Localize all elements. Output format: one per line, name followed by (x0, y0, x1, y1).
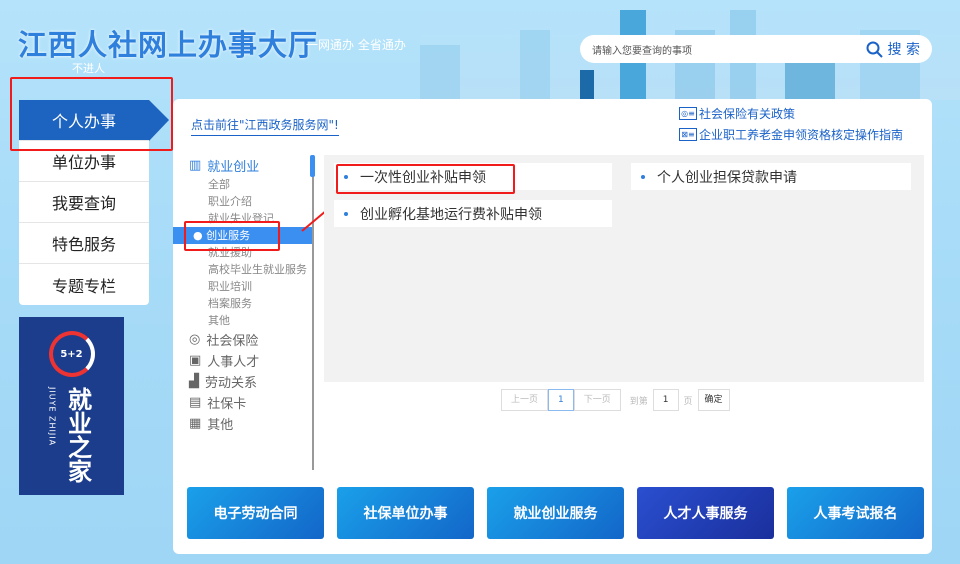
category-label: 社保卡 (207, 397, 247, 412)
eye-icon: ◎ (189, 332, 201, 347)
service-item[interactable]: 个人创业担保贷款申请 (631, 163, 911, 190)
nav-query[interactable]: 我要查询 (19, 182, 149, 223)
sub-other[interactable]: 其他 (173, 312, 313, 329)
category-label: 其他 (207, 418, 234, 433)
category-label: 就业创业 (207, 160, 260, 175)
bullet-icon (641, 174, 645, 179)
highlight-box (336, 164, 515, 194)
tree-scrollbar-thumb[interactable] (310, 155, 315, 177)
prev-page-button[interactable]: 上一页 (501, 389, 549, 411)
sub-all[interactable]: 全部 (173, 176, 313, 193)
category-tree: ▥ 就业创业 全部 职业介绍 就业失业登记 ● 创业服务 就业援助 高校毕业生就业… (173, 155, 313, 434)
category-employment[interactable]: ▥ 就业创业 (173, 155, 313, 176)
quick-banners: 电子劳动合同 社保单位办事 就业创业服务 人才人事服务 人事考试报名 (187, 487, 924, 539)
banner-social-insurance-unit[interactable]: 社保单位办事 (337, 487, 474, 539)
category-label: 社会保险 (206, 334, 259, 349)
site-title: 江西人社网上办事大厅 (18, 28, 319, 62)
slogan-sub: 不进人 (72, 62, 105, 75)
service-label: 创业孵化基地运行费补贴申领 (360, 206, 542, 223)
card-icon: ▤ (189, 395, 202, 410)
search-bar[interactable]: 请输入您要查询的事项 搜 索 (580, 35, 932, 63)
category-social-insurance[interactable]: ◎ 社会保险 (173, 329, 313, 350)
grid-icon: ▦ (189, 416, 202, 431)
search-button[interactable]: 搜 索 (866, 39, 920, 59)
policy-link-pension-guide[interactable]: ⊠≡ 企业职工养老金申领资格核定操作指南 (679, 126, 903, 143)
logo-icon: 5+2 (48, 331, 95, 377)
search-button-label: 搜 索 (887, 42, 920, 58)
promo-pinyin: JIUYE ZHIJIA (47, 387, 57, 447)
search-input[interactable]: 请输入您要查询的事项 (592, 42, 866, 57)
thumbs-up-icon: ▟ (189, 374, 199, 389)
policy-link-label: 社会保险有关政策 (699, 107, 796, 121)
banner-e-labor-contract[interactable]: 电子劳动合同 (187, 487, 324, 539)
highlight-box (10, 77, 173, 151)
category-other[interactable]: ▦ 其他 (173, 413, 313, 434)
category-label: 劳动关系 (205, 376, 258, 391)
category-social-card[interactable]: ▤ 社保卡 (173, 392, 313, 413)
service-item[interactable]: 创业孵化基地运行费补贴申领 (334, 200, 612, 227)
category-label: 人事人才 (207, 355, 260, 370)
category-labor-relations[interactable]: ▟ 劳动关系 (173, 371, 313, 392)
banner-exam-registration[interactable]: 人事考试报名 (787, 487, 924, 539)
document-icon: ◎≡ (679, 107, 697, 120)
slogan: 一网通办 全省通办 (306, 38, 406, 52)
bullet-icon (344, 211, 348, 216)
service-list: 一次性创业补贴申领 个人创业担保贷款申请 创业孵化基地运行费补贴申领 (324, 155, 924, 382)
goto-label: 到第 (629, 396, 648, 407)
page-unit-label: 页 (683, 396, 693, 407)
sub-graduate-services[interactable]: 高校毕业生就业服务 (173, 261, 313, 278)
person-card-icon: ▣ (189, 353, 202, 368)
sub-job-intro[interactable]: 职业介绍 (173, 193, 313, 210)
guide-icon: ⊠≡ (679, 128, 697, 141)
search-icon (866, 41, 883, 58)
highlight-box (184, 221, 280, 251)
sub-archive-services[interactable]: 档案服务 (173, 295, 313, 312)
promo-title: 就业之家 (63, 387, 92, 483)
category-personnel[interactable]: ▣ 人事人才 (173, 350, 313, 371)
policy-link-social-insurance[interactable]: ◎≡ 社会保险有关政策 (679, 105, 795, 122)
nav-topics[interactable]: 专题专栏 (19, 264, 149, 305)
page-number-input[interactable]: 1 (652, 389, 679, 411)
jiuye-zhijia-banner[interactable]: 5+2 JIUYE ZHIJIA 就业之家 (19, 317, 124, 495)
gov-service-link[interactable]: 点击前往"江西政务服务网"! (191, 116, 339, 136)
banner-employment-services[interactable]: 就业创业服务 (487, 487, 624, 539)
page-1-button[interactable]: 1 (548, 389, 574, 411)
main-panel: 点击前往"江西政务服务网"! ◎≡ 社会保险有关政策 ⊠≡ 企业职工养老金申领资格核… (173, 99, 932, 554)
service-label: 个人创业担保贷款申请 (657, 169, 797, 186)
next-page-button[interactable]: 下一页 (573, 389, 621, 411)
sub-vocational-training[interactable]: 职业培训 (173, 278, 313, 295)
pagination: 上一页 1 下一页 到第 1 页 确定 (501, 389, 730, 411)
policy-link-label: 企业职工养老金申领资格核定操作指南 (699, 128, 904, 142)
building-icon: ▥ (189, 158, 202, 173)
confirm-button[interactable]: 确定 (697, 389, 730, 411)
nav-special[interactable]: 特色服务 (19, 223, 149, 264)
banner-talent-personnel[interactable]: 人才人事服务 (637, 487, 774, 539)
